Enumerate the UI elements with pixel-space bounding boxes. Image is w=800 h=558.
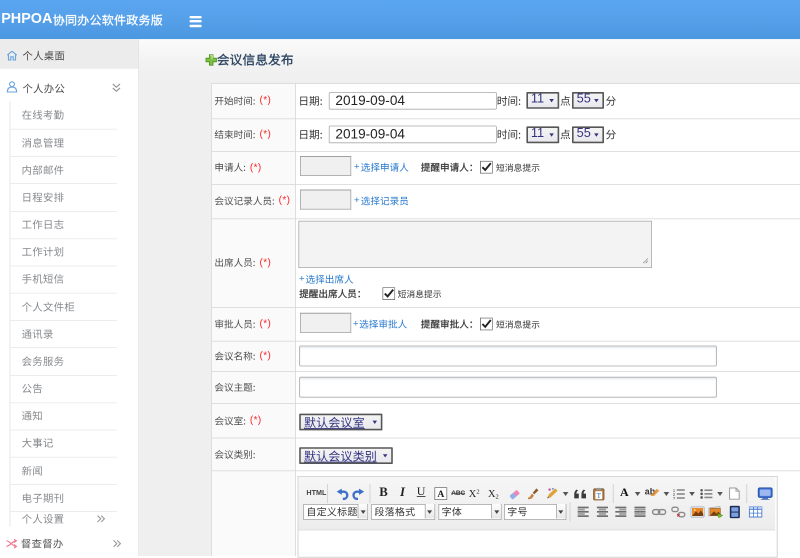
- svg-text:3: 3: [673, 496, 676, 499]
- svg-text:T: T: [597, 492, 602, 500]
